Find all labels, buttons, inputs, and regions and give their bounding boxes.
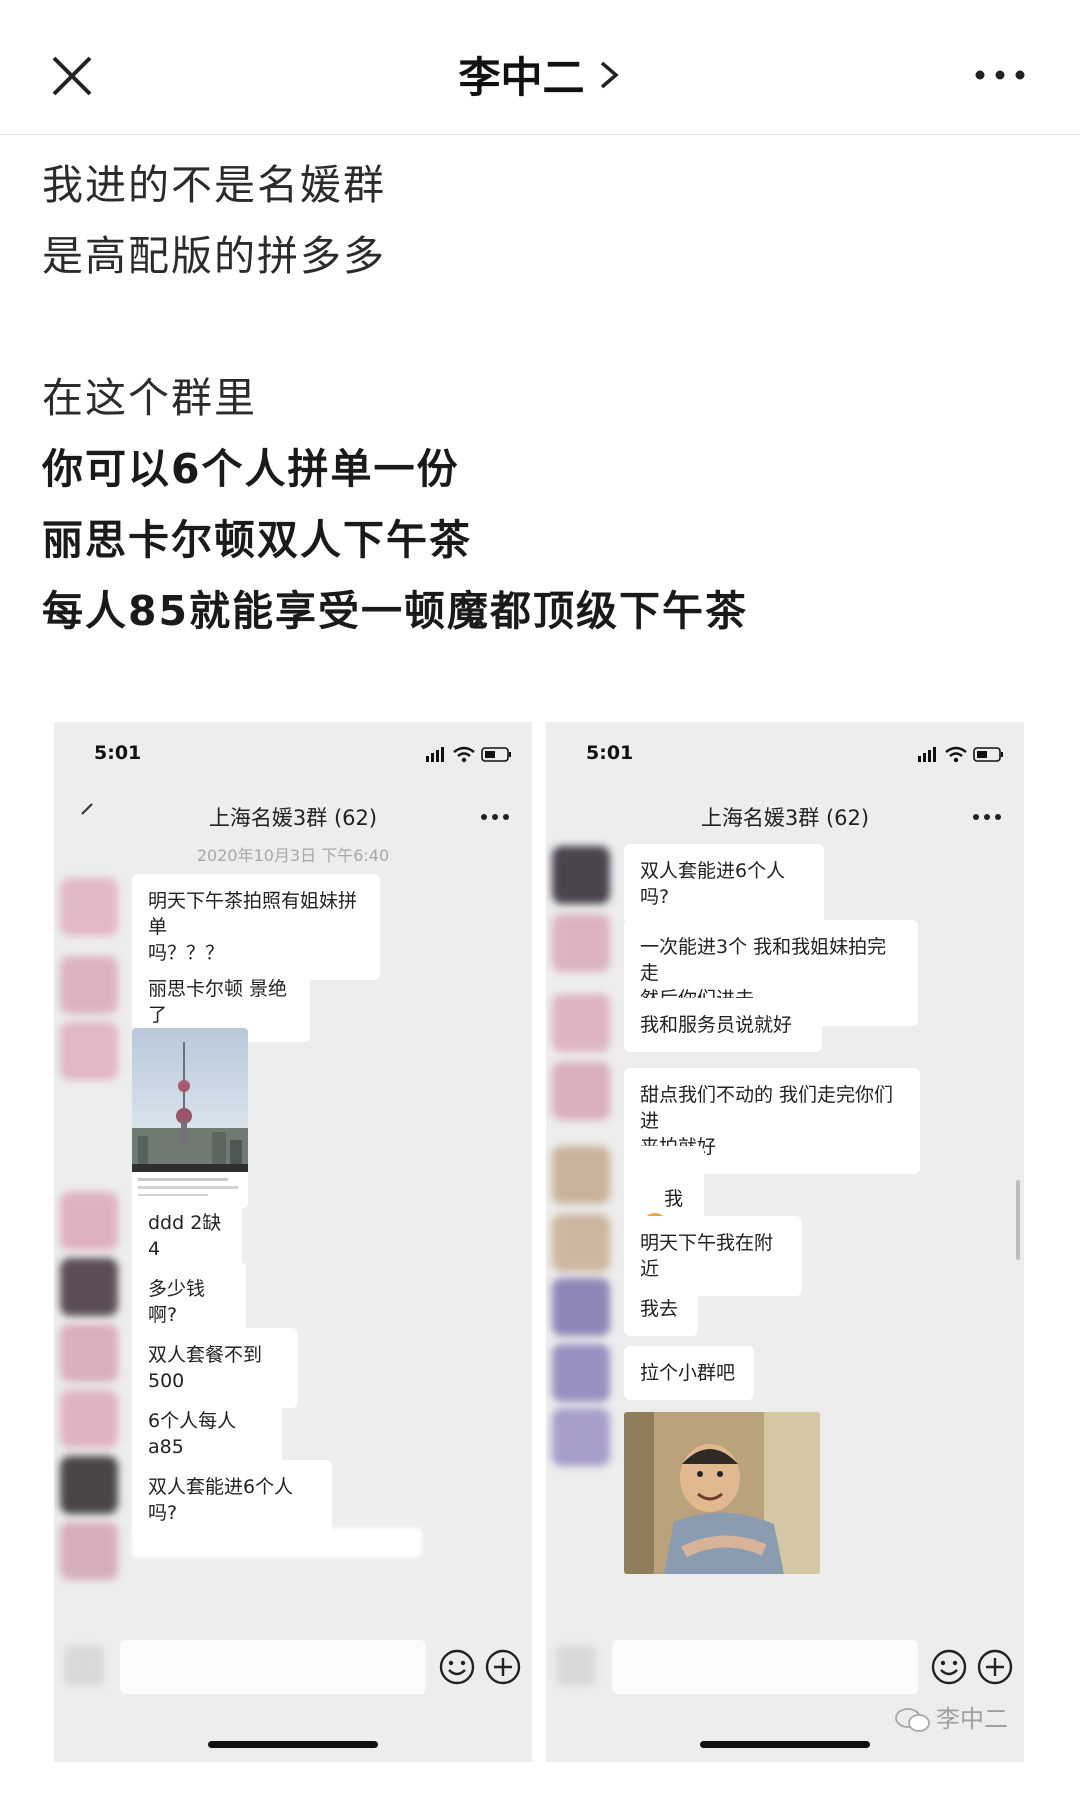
avatar [64,1646,104,1686]
signal-wifi-battery-icon [918,746,1003,763]
watermark-text: 李中二 [936,1705,1008,1733]
wechat-icon [895,1708,930,1732]
scrollbar[interactable] [1016,1180,1020,1260]
chat-header: 上海名媛3群 (62) [54,784,532,846]
article-line-1: 我进的不是名媛群 [42,161,386,209]
avatar[interactable] [552,1278,610,1336]
article-line-4: 你可以6个人拼单一份 [42,445,460,493]
avatar [60,1522,118,1580]
status-time: 5:01 [94,742,142,764]
article-line-6: 每人85就能享受一顿魔都顶级下午茶 [42,587,749,635]
avatar[interactable] [60,1390,118,1448]
message-input[interactable] [612,1640,918,1694]
more-icon[interactable] [480,812,510,822]
home-indicator [208,1741,378,1748]
plus-icon[interactable] [484,1648,522,1686]
shared-image-thumbnail[interactable] [132,1028,248,1208]
article-line-3: 在这个群里 [42,374,257,422]
emoji-icon[interactable] [930,1648,968,1686]
meme-sticker-image [624,1412,820,1574]
avatar[interactable] [552,1146,610,1204]
account-title-link[interactable]: 李中二 [0,44,1080,104]
avatar[interactable] [60,1258,118,1316]
article-line-5: 丽思卡尔顿双人下午茶 [42,516,472,564]
status-bar: 5:01 [54,722,532,786]
emoji-icon[interactable] [438,1648,476,1686]
status-bar: 5:01 [546,722,1024,786]
avatar[interactable] [552,1214,610,1272]
chat-title: 上海名媛3群 (62) [208,806,378,830]
article-line-2: 是高配版的拼多多 [42,232,386,280]
message-input[interactable] [120,1640,426,1694]
avatar[interactable] [60,1456,118,1514]
watermark: 李中二 [894,1699,1008,1734]
home-indicator [700,1741,870,1748]
status-time: 5:01 [586,742,634,764]
more-icon[interactable] [970,60,1030,90]
avatar[interactable] [552,1408,610,1466]
avatar[interactable] [552,994,610,1052]
avatar[interactable] [60,1192,118,1250]
meme-sticker[interactable] [624,1412,820,1574]
account-title: 李中二 [458,53,585,102]
avatar[interactable] [60,878,118,936]
chat-input-bar [54,1632,532,1704]
chevron-right-icon [600,61,619,88]
chat-input-bar [546,1632,1024,1704]
chat-header: 上海名媛3群 (62) [546,784,1024,846]
plus-icon[interactable] [976,1648,1014,1686]
top-bar: 李中二 [0,0,1080,135]
oriental-pearl-tower-photo [132,1028,248,1197]
message-bubble: 我去 [624,1282,698,1336]
chat-date: 2020年10月3日 下午6:40 [196,846,390,865]
avatar[interactable] [552,846,610,904]
message-bubble: 我和服务员说就好 [624,998,822,1052]
avatar [556,1646,596,1686]
signal-wifi-battery-icon [426,746,511,763]
avatar[interactable] [60,956,118,1014]
more-icon[interactable] [972,812,1002,822]
avatar[interactable] [552,1344,610,1402]
chat-screenshot-left: 5:01 上海名媛3群 (62) 2020年10月3日 下午6:40 明天下午茶… [54,722,532,1762]
message-bubble: 双人套能进6个人吗? [624,844,824,924]
message-bubble-partial [132,1528,422,1558]
message-bubble: 拉个小群吧 [624,1346,754,1400]
article-blank-line [42,292,1042,363]
avatar[interactable] [60,1022,118,1080]
avatar[interactable] [552,914,610,972]
chat-title: 上海名媛3群 (62) [700,806,870,830]
chat-screenshot-right: 5:01 上海名媛3群 (62) 双人套能进6个人吗? 一次能进3个 我和我姐妹… [546,722,1024,1762]
article-body: 我进的不是名媛群 是高配版的拼多多 在这个群里 你可以6个人拼单一份 丽思卡尔顿… [42,150,1042,647]
avatar[interactable] [552,1062,610,1120]
message-text: 我 [664,1188,684,1210]
avatar[interactable] [60,1324,118,1382]
